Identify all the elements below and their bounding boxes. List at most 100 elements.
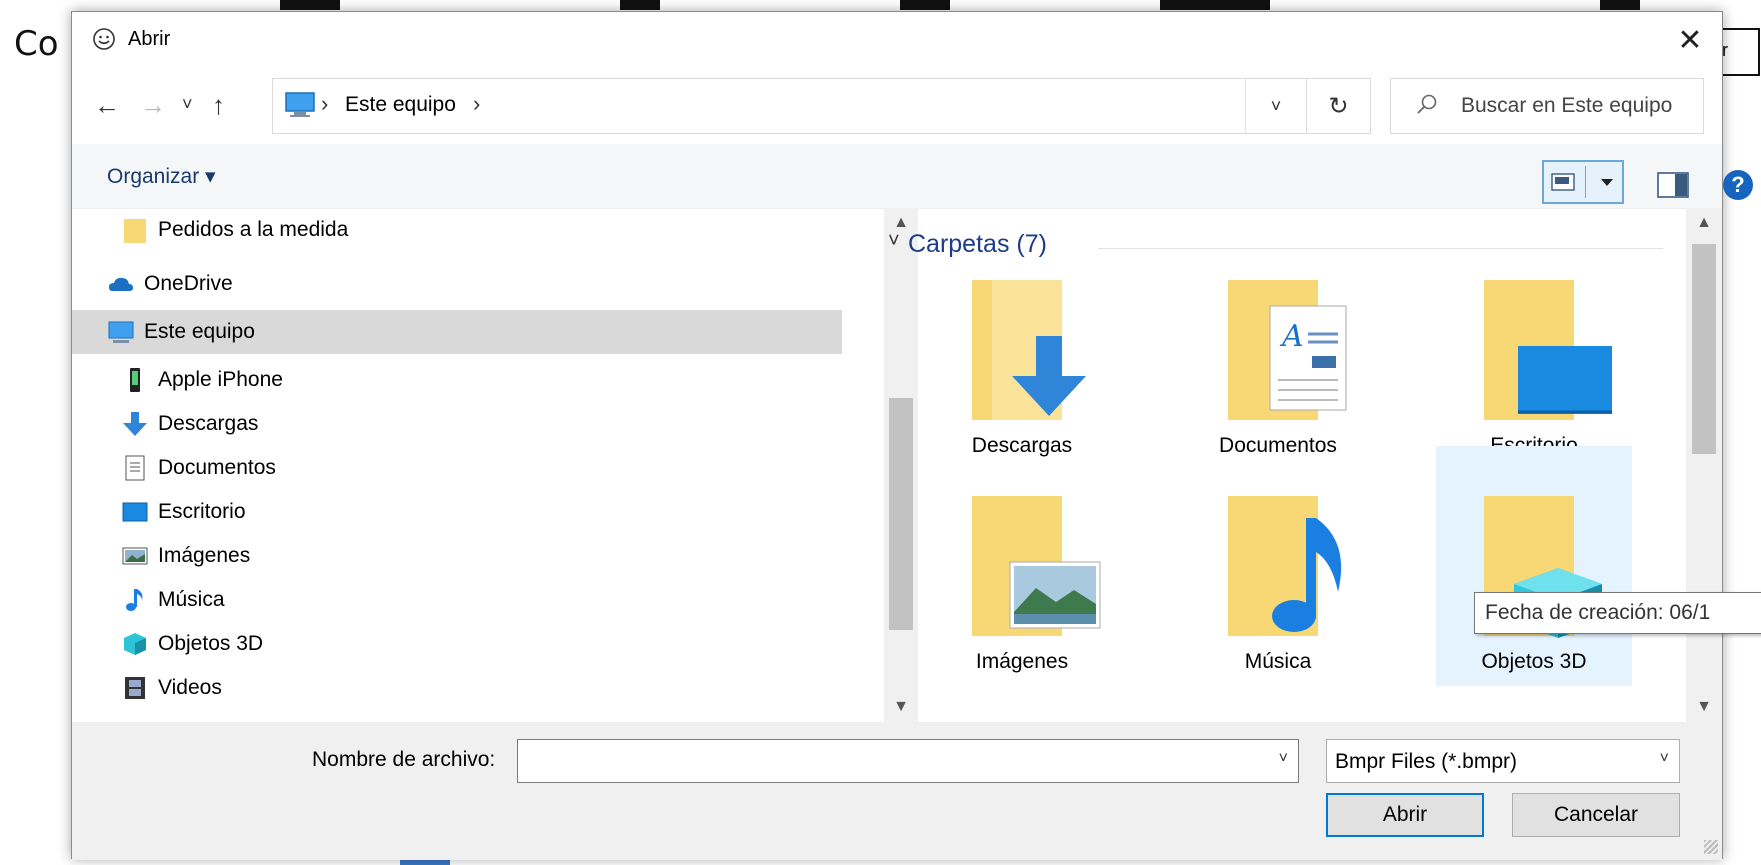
folder-tile-musica[interactable]: Música	[1180, 474, 1376, 686]
help-button[interactable]: ?	[1723, 170, 1753, 200]
nav-item-label: OneDrive	[144, 272, 233, 295]
cancel-button[interactable]: Cancelar	[1512, 793, 1680, 837]
folder-icon	[124, 219, 146, 243]
back-button[interactable]: ←	[94, 90, 120, 121]
folder-view: ˅ Carpetas (7) Descargas A Documentos Im…	[888, 208, 1686, 722]
background-app-text: Co	[14, 24, 59, 64]
nav-item-label: Escritorio	[158, 500, 246, 523]
filename-input[interactable]: ˅	[517, 739, 1299, 783]
chevron-down-icon: ˅	[1270, 95, 1282, 116]
group-divider	[1098, 248, 1663, 249]
background-decoration	[1160, 0, 1270, 10]
breadcrumb-separator[interactable]: ›	[473, 91, 480, 117]
folder-label: Música	[1244, 650, 1312, 673]
chevron-down-icon: ˅	[1659, 750, 1669, 767]
scroll-up-icon[interactable]: ▲	[1686, 214, 1722, 232]
nav-item-onedrive[interactable]: OneDrive	[108, 262, 233, 306]
folder-tile-imagenes[interactable]: Imágenes	[924, 474, 1120, 686]
address-bar[interactable]: › Este equipo › ˅	[272, 78, 1307, 134]
background-decoration	[900, 0, 950, 10]
breadcrumb-separator[interactable]: ›	[321, 91, 328, 117]
nav-item-musica[interactable]: Música	[122, 578, 225, 622]
open-button-label: Abrir	[1382, 803, 1428, 826]
app-smiley-icon	[93, 28, 115, 50]
desktop-folder-icon	[1484, 280, 1612, 420]
search-icon	[1417, 94, 1437, 114]
filetype-value: Bmpr Files (*.bmpr)	[1335, 750, 1518, 773]
desktop-icon	[122, 502, 148, 522]
view-divider	[1585, 166, 1586, 198]
nav-item-videos[interactable]: Videos	[122, 666, 222, 710]
film-icon	[125, 677, 145, 699]
breadcrumb-location[interactable]: Este equipo	[345, 93, 456, 117]
documents-folder-icon: A	[1228, 280, 1347, 420]
nav-item-objetos-3d[interactable]: Objetos 3D	[122, 622, 263, 666]
nav-item-label: Imágenes	[158, 544, 251, 567]
nav-item-documentos[interactable]: Documentos	[122, 446, 276, 490]
background-decoration	[620, 0, 660, 10]
organize-menu-button[interactable]: Organizar ▾	[107, 164, 216, 189]
phone-icon	[130, 368, 140, 392]
folder-label: Imágenes	[975, 650, 1069, 673]
dialog-titlebar: Abrir ✕	[72, 12, 1722, 68]
folder-tile-objetos-3d[interactable]: Objetos 3D	[1436, 446, 1632, 686]
nav-item-label: Documentos	[158, 456, 276, 479]
downloads-folder-icon	[972, 280, 1086, 420]
group-header[interactable]: Carpetas (7)	[908, 230, 1047, 259]
nav-item-descargas[interactable]: Descargas	[122, 402, 258, 446]
nav-item-label: Este equipo	[144, 320, 255, 343]
nav-item-pedidos-a-la-medida[interactable]: Pedidos a la medida	[122, 208, 348, 252]
folder-label: Objetos 3D	[1481, 650, 1587, 673]
cancel-button-label: Cancelar	[1553, 803, 1639, 826]
search-placeholder: Buscar en Este equipo	[1461, 94, 1673, 117]
open-file-dialog: Abrir ✕ ← → ˅ ↑ › Este equipo › ˅ ↻ Busc…	[71, 11, 1753, 860]
open-button[interactable]: Abrir	[1326, 793, 1484, 837]
nav-item-apple-iphone[interactable]: Apple iPhone	[122, 358, 283, 402]
nav-item-este-equipo[interactable]: Este equipo	[72, 310, 842, 354]
change-view-button[interactable]	[1542, 160, 1624, 204]
chevron-down-icon[interactable]: ˅	[1279, 750, 1288, 768]
filename-label: Nombre de archivo:	[312, 748, 496, 771]
nav-item-label: Pedidos a la medida	[158, 218, 349, 241]
nav-item-escritorio[interactable]: Escritorio	[122, 490, 246, 534]
close-icon: ✕	[1677, 23, 1703, 57]
cube-3d-icon	[124, 633, 146, 655]
refresh-button[interactable]: ↻	[1307, 78, 1371, 134]
nav-item-label: Videos	[158, 676, 222, 699]
nav-item-label: Objetos 3D	[158, 632, 264, 655]
computer-icon	[108, 321, 134, 343]
scrollbar-thumb[interactable]	[1692, 244, 1716, 454]
dialog-title: Abrir	[128, 28, 171, 50]
folder-label: Descargas	[971, 434, 1073, 457]
scroll-down-icon[interactable]: ▼	[1686, 698, 1722, 716]
pictures-icon	[122, 547, 148, 565]
nav-item-imagenes[interactable]: Imágenes	[122, 534, 250, 578]
tooltip: Fecha de creación: 06/1	[1474, 592, 1761, 634]
folder-view-scrollbar[interactable]: ▲ ▼	[1686, 208, 1722, 722]
background-decoration	[1600, 0, 1640, 10]
resize-grip-icon[interactable]	[1704, 840, 1718, 854]
command-toolbar: Organizar ▾	[72, 144, 1722, 209]
close-button[interactable]: ✕	[1658, 12, 1722, 68]
music-note-icon	[126, 589, 143, 611]
folder-label: Documentos	[1219, 434, 1337, 457]
collapse-chevron-icon[interactable]: ˅	[888, 230, 900, 253]
folder-tile-escritorio[interactable]: Escritorio	[1436, 258, 1632, 470]
folder-tile-documentos[interactable]: A Documentos	[1180, 258, 1376, 470]
cloud-icon	[109, 277, 133, 291]
address-dropdown-button[interactable]: ˅	[1245, 79, 1306, 133]
recent-locations-button[interactable]: ˅	[182, 94, 193, 115]
music-folder-icon	[1228, 496, 1342, 636]
svg-text:A: A	[1279, 319, 1304, 354]
download-arrow-icon	[123, 412, 147, 436]
search-input[interactable]: Buscar en Este equipo	[1390, 78, 1704, 134]
folder-tile-descargas[interactable]: Descargas	[924, 258, 1120, 470]
preview-pane-button[interactable]	[1657, 172, 1689, 198]
forward-button[interactable]: →	[140, 90, 166, 121]
up-button[interactable]: ↑	[212, 90, 225, 121]
filetype-select[interactable]: Bmpr Files (*.bmpr) ˅	[1326, 739, 1680, 783]
navigation-pane: Pedidos a la medida OneDrive Este equipo…	[72, 208, 884, 722]
computer-icon	[285, 92, 315, 117]
caret-down-icon[interactable]	[1600, 178, 1614, 188]
nav-item-label: Apple iPhone	[158, 368, 283, 391]
